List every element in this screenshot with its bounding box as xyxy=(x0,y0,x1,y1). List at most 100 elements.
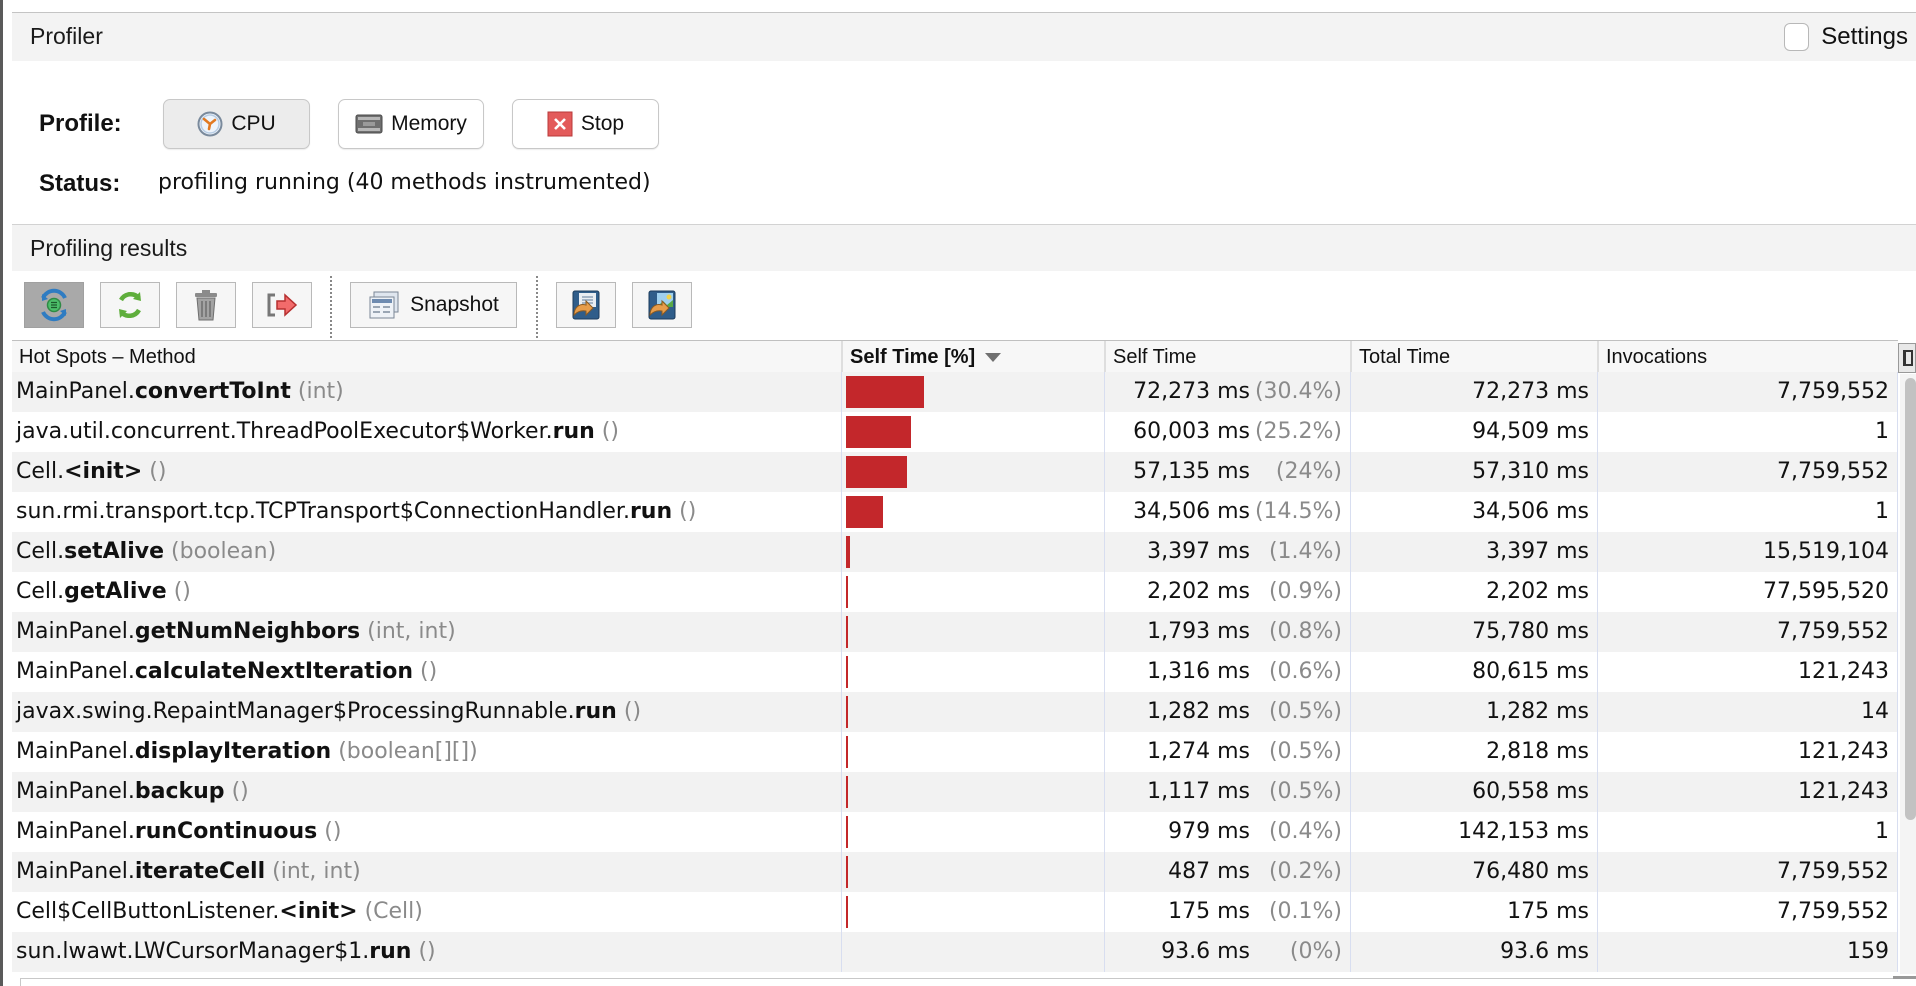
self-time-bar xyxy=(846,616,848,648)
live-results-button[interactable] xyxy=(24,282,84,328)
stop-x-icon xyxy=(547,111,573,137)
self-time-bar xyxy=(846,376,924,408)
export-button[interactable] xyxy=(252,282,312,328)
toolbar-separator xyxy=(536,276,538,338)
scrollbar-thumb[interactable] xyxy=(1905,378,1916,820)
method-params: () xyxy=(173,579,191,604)
self-time-percent: (25.2%) xyxy=(1254,419,1342,444)
snapshot-label: Snapshot xyxy=(410,293,499,316)
self-time-cell: 60,003 ms (25.2%) xyxy=(1104,412,1342,452)
self-time-bar xyxy=(846,896,848,928)
column-header-self-time-percent[interactable]: Self Time [%] xyxy=(841,341,1104,373)
method-cell: Cell.getAlive () xyxy=(16,572,191,612)
self-time-value: 34,506 ms xyxy=(1133,499,1250,524)
self-time-bar xyxy=(846,536,850,568)
table-row[interactable]: MainPanel.displayIteration (boolean[][])… xyxy=(12,732,1898,772)
self-time-cell: 3,397 ms (1.4%) xyxy=(1104,532,1342,572)
method-class: Cell$CellButtonListener. xyxy=(16,899,280,924)
self-time-bar xyxy=(846,456,907,488)
table-row[interactable]: java.util.concurrent.ThreadPoolExecutor$… xyxy=(12,412,1898,452)
table-row[interactable]: MainPanel.getNumNeighbors (int, int) 1,79… xyxy=(12,612,1898,652)
self-time-percent: (0.5%) xyxy=(1268,739,1342,764)
table-row[interactable]: MainPanel.convertToInt (int) 72,273 ms (30… xyxy=(12,372,1898,412)
total-time-cell: 2,202 ms xyxy=(1486,579,1589,604)
settings-checkbox[interactable] xyxy=(1784,23,1810,51)
table-row[interactable]: MainPanel.iterateCell (int, int) 487 ms (0… xyxy=(12,852,1898,892)
method-class: MainPanel. xyxy=(16,379,135,404)
method-params: () xyxy=(601,419,619,444)
column-divider xyxy=(841,372,842,972)
total-time-cell: 75,780 ms xyxy=(1472,619,1589,644)
self-time-cell: 57,135 ms (24%) xyxy=(1104,452,1342,492)
invocations-cell: 7,759,552 xyxy=(1777,379,1889,404)
self-time-bar xyxy=(846,656,848,688)
total-time-cell: 76,480 ms xyxy=(1472,859,1589,884)
self-time-percent: (0.9%) xyxy=(1268,579,1342,604)
self-time-percent: (0.5%) xyxy=(1268,699,1342,724)
column-header-invocations[interactable]: Invocations xyxy=(1597,341,1898,373)
cpu-profile-button[interactable]: CPU xyxy=(163,99,310,149)
method-class: Cell. xyxy=(16,459,65,484)
method-class: MainPanel. xyxy=(16,819,135,844)
invocations-cell: 1 xyxy=(1875,419,1889,444)
results-title: Profiling results xyxy=(30,235,188,261)
refresh-button[interactable] xyxy=(100,282,160,328)
method-name: setAlive xyxy=(64,539,165,564)
column-header-self-time[interactable]: Self Time xyxy=(1104,341,1350,373)
table-row[interactable]: Cell.getAlive () 2,202 ms (0.9%) 2,202 ms 77… xyxy=(12,572,1898,612)
table-row[interactable]: MainPanel.backup () 1,117 ms (0.5%) 60,558 … xyxy=(12,772,1898,812)
method-cell: sun.rmi.transport.tcp.TCPTransport$Conne… xyxy=(16,492,696,532)
method-class: java.util.concurrent.ThreadPoolExecutor$… xyxy=(16,419,553,444)
reset-results-button[interactable] xyxy=(176,282,236,328)
self-time-value: 93.6 ms xyxy=(1161,939,1250,964)
method-class: MainPanel. xyxy=(16,739,135,764)
save-image-button[interactable] xyxy=(632,282,692,328)
self-time-percent: (30.4%) xyxy=(1254,379,1342,404)
stop-profiling-button[interactable]: Stop xyxy=(512,99,659,149)
method-params: () xyxy=(420,659,438,684)
table-row[interactable]: Cell.setAlive (boolean) 3,397 ms (1.4%) 3,3… xyxy=(12,532,1898,572)
self-time-cell: 487 ms (0.2%) xyxy=(1104,852,1342,892)
column-header-total-time[interactable]: Total Time xyxy=(1350,341,1597,373)
column-selector-button[interactable] xyxy=(1898,343,1916,373)
export-arrow-icon xyxy=(267,293,298,317)
self-time-cell: 93.6 ms (0%) xyxy=(1104,932,1342,972)
method-cell: Cell$CellButtonListener.<init> (Cell) xyxy=(16,892,423,932)
self-time-value: 1,274 ms xyxy=(1147,739,1250,764)
self-time-cell: 1,282 ms (0.5%) xyxy=(1104,692,1342,732)
settings-toggle[interactable]: Settings xyxy=(1784,23,1908,51)
profile-label: Profile: xyxy=(39,110,122,137)
self-time-value: 487 ms xyxy=(1168,859,1250,884)
total-time-cell: 72,273 ms xyxy=(1472,379,1589,404)
table-row[interactable]: sun.rmi.transport.tcp.TCPTransport$Conne… xyxy=(12,492,1898,532)
memory-profile-button[interactable]: Memory xyxy=(338,99,484,149)
self-time-bar xyxy=(846,816,848,848)
table-row[interactable]: MainPanel.calculateNextIteration () 1,316… xyxy=(12,652,1898,692)
self-time-percent: (24%) xyxy=(1275,459,1342,484)
snapshot-button[interactable]: Snapshot xyxy=(350,282,517,328)
method-name: iterateCell xyxy=(134,859,266,884)
invocations-cell: 121,243 xyxy=(1798,659,1889,684)
save-icon xyxy=(572,290,600,320)
self-time-bar xyxy=(846,736,848,768)
column-header-method[interactable]: Hot Spots – Method xyxy=(12,341,841,373)
self-time-percent: (1.4%) xyxy=(1268,539,1342,564)
table-row[interactable]: MainPanel.runContinuous () 979 ms (0.4%) 14… xyxy=(12,812,1898,852)
total-time-cell: 94,509 ms xyxy=(1472,419,1589,444)
invocations-cell: 7,759,552 xyxy=(1777,459,1889,484)
method-class: sun.lwawt.LWCursorManager$1. xyxy=(16,939,370,964)
self-time-value: 57,135 ms xyxy=(1133,459,1250,484)
self-time-percent: (0.6%) xyxy=(1268,659,1342,684)
self-time-cell: 2,202 ms (0.9%) xyxy=(1104,572,1342,612)
table-row[interactable]: Cell$CellButtonListener.<init> (Cell) 175… xyxy=(12,892,1898,932)
method-class: Cell. xyxy=(16,539,65,564)
invocations-cell: 159 xyxy=(1847,939,1889,964)
table-row[interactable]: sun.lwawt.LWCursorManager$1.run () 93.6 m… xyxy=(12,932,1898,972)
method-name: run xyxy=(552,419,595,444)
total-time-cell: 1,282 ms xyxy=(1486,699,1589,724)
window-left-border xyxy=(0,0,3,986)
table-row[interactable]: javax.swing.RepaintManager$ProcessingRun… xyxy=(12,692,1898,732)
table-row[interactable]: Cell.<init> () 57,135 ms (24%) 57,310 ms 7,7… xyxy=(12,452,1898,492)
save-results-button[interactable] xyxy=(556,282,616,328)
self-time-value: 60,003 ms xyxy=(1133,419,1250,444)
